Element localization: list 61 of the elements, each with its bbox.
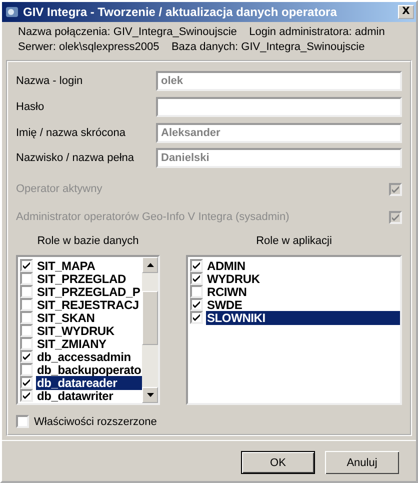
- list-heading: Role w bazie danych: [37, 235, 139, 249]
- role-item[interactable]: SIT_MAPA: [36, 258, 96, 272]
- role-item[interactable]: ADMIN: [206, 258, 246, 272]
- dialog-button[interactable]: OK: [241, 451, 315, 474]
- input-field[interactable]: Aleksander: [156, 122, 402, 143]
- checkbox[interactable]: [190, 272, 203, 285]
- checkbox[interactable]: [20, 324, 33, 337]
- role-item[interactable]: SIT_PRZEGLAD: [36, 272, 127, 286]
- input-field[interactable]: olek: [156, 70, 402, 91]
- close-button[interactable]: X: [398, 5, 414, 19]
- app-icon: [5, 5, 19, 19]
- role-item[interactable]: WYDRUK: [206, 272, 261, 286]
- field-label: Imię / nazwa skrócona: [16, 126, 126, 139]
- field-label: Nazwa - login: [16, 74, 84, 87]
- checkbox[interactable]: [190, 298, 203, 311]
- scroll-thumb[interactable]: [142, 291, 158, 345]
- scroll-down-icon[interactable]: [142, 387, 158, 403]
- check-mark-icon: [22, 261, 31, 270]
- scrollbar[interactable]: [142, 257, 158, 403]
- input-field[interactable]: [156, 96, 402, 117]
- role-item[interactable]: SIT_PRZEGLAD_P: [36, 284, 142, 298]
- input-field[interactable]: Danielski: [156, 148, 402, 168]
- role-item[interactable]: SIT_ZMIANY: [36, 336, 108, 350]
- window-title: GIV Integra - Tworzenie / aktualizacja danych operatora: [23, 5, 338, 19]
- role-item[interactable]: SIT_SKAN: [36, 310, 96, 324]
- checkbox[interactable]: [20, 350, 33, 363]
- option-label: Operator aktywny: [16, 183, 102, 196]
- checkbox[interactable]: [20, 272, 33, 285]
- checkbox[interactable]: [190, 311, 203, 324]
- option-label: Administrator operatorów Geo-Info V Integra (sysadmin): [16, 211, 290, 224]
- checkbox[interactable]: [20, 337, 33, 350]
- role-item[interactable]: db_backupoperato: [36, 362, 142, 376]
- role-item[interactable]: SIT_REJESTRACJ: [36, 298, 140, 312]
- connection-info: Serwer: olek\sqlexpress2005 Baza danych: GIV_Integra_Swinoujscie: [18, 40, 366, 54]
- role-item[interactable]: SWDE: [206, 298, 244, 312]
- checkbox[interactable]: [20, 376, 33, 389]
- checkbox-label: Właściwości rozszerzone: [34, 416, 157, 428]
- check-mark-icon: [22, 352, 31, 361]
- checkbox[interactable]: [20, 363, 33, 376]
- check-mark-icon: [391, 184, 400, 194]
- connection-info: Nazwa połączenia: GIV_Integra_Swinoujscie Login administratora: admin: [18, 25, 386, 39]
- role-item[interactable]: SLOWNIKI: [206, 310, 400, 324]
- check-mark-icon: [391, 212, 400, 222]
- checkbox[interactable]: [190, 285, 203, 298]
- checkbox[interactable]: [20, 311, 33, 324]
- checkbox[interactable]: [20, 285, 33, 298]
- dialog-button[interactable]: Anuluj: [325, 451, 399, 474]
- role-item[interactable]: db_accessadmin: [36, 350, 132, 364]
- checkbox[interactable]: [20, 389, 33, 402]
- scroll-up-icon[interactable]: [142, 257, 158, 273]
- role-item[interactable]: RCIWN: [206, 284, 248, 298]
- checkbox[interactable]: [20, 259, 33, 272]
- field-label: Nazwisko / nazwa pełna: [16, 152, 136, 164]
- role-item[interactable]: SIT_WYDRUK: [36, 324, 116, 338]
- role-item[interactable]: db_datareader: [36, 376, 142, 390]
- field-label: Hasło: [16, 100, 46, 113]
- checkbox[interactable]: [16, 415, 29, 428]
- checkbox[interactable]: [20, 298, 33, 311]
- checkbox[interactable]: [190, 259, 203, 272]
- list-heading: Role w aplikacji: [256, 235, 332, 249]
- role-item[interactable]: db_datawriter: [36, 388, 114, 402]
